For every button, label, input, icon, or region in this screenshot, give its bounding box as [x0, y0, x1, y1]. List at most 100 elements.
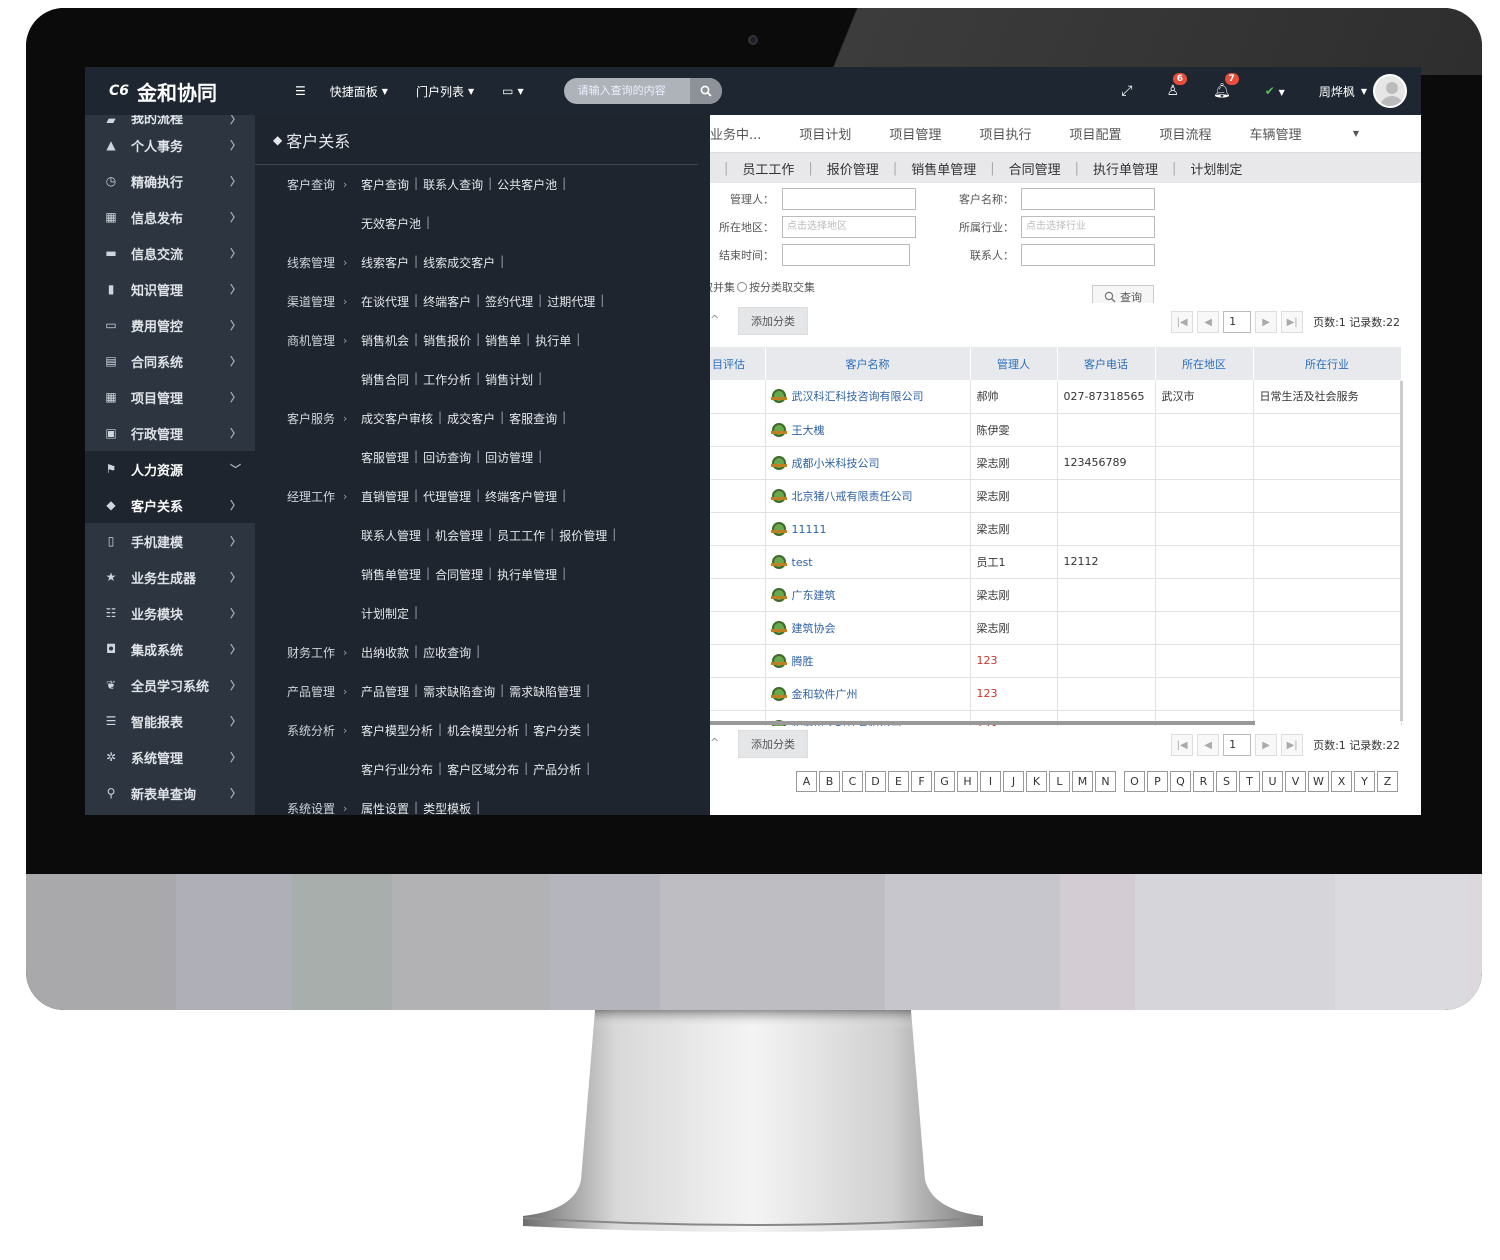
alphabet-letter-button[interactable]: F	[911, 771, 932, 792]
mega-menu-category[interactable]: 系统分析	[255, 722, 343, 739]
fullscreen-icon[interactable]: ⤢	[1121, 83, 1132, 99]
avatar[interactable]	[1373, 74, 1407, 108]
mega-menu-link[interactable]: 销售机会	[361, 332, 409, 349]
alphabet-letter-button[interactable]: S	[1216, 771, 1237, 792]
alphabet-letter-button[interactable]: D	[865, 771, 886, 792]
mega-menu-link[interactable]: 属性设置	[361, 800, 409, 815]
table-row[interactable]: 武汉科汇科技咨询有限公司 郝帅 027-87318565 武汉市 日常生活及社会服务	[710, 380, 1402, 414]
alphabet-letter-button[interactable]: L	[1049, 771, 1070, 792]
mega-menu-link[interactable]: 成交客户审核	[361, 410, 433, 427]
mega-menu-link[interactable]: 客户区域分布	[447, 761, 519, 778]
last-page-button[interactable]: ▶|	[1281, 311, 1304, 333]
mega-menu-link[interactable]: 联系人查询	[423, 176, 483, 193]
page-number-input[interactable]: 1	[1223, 734, 1252, 756]
cell-text[interactable]: 广东建筑	[792, 589, 836, 602]
tab-sales-order[interactable]: 销售单管理	[911, 159, 976, 178]
mega-menu-link[interactable]: 线索成交客户	[423, 254, 495, 271]
first-page-button[interactable]: |◀	[1171, 734, 1194, 756]
mega-menu-link[interactable]: 需求缺陷查询	[423, 683, 495, 700]
tab-project-config[interactable]: 项目配置	[1069, 124, 1121, 143]
table-cell[interactable]: 北京猪八戒有限责任公司	[765, 479, 971, 513]
cell-text[interactable]: 王大槐	[792, 424, 825, 437]
sidebar-item-expense[interactable]: ▭ 费用管控 〉	[85, 307, 255, 343]
alphabet-letter-button[interactable]: K	[1026, 771, 1047, 792]
cell-text[interactable]: 成都小米科技公司	[792, 457, 880, 470]
mega-menu-link[interactable]: 计划制定	[361, 605, 409, 622]
table-row[interactable]: 11111 梁志刚	[710, 512, 1402, 546]
industry-input[interactable]: 点击选择行业	[1021, 216, 1155, 238]
mega-menu-link[interactable]: 报价管理	[559, 527, 607, 544]
desktop-menu[interactable]: ▭ ▼	[502, 84, 524, 98]
table-cell[interactable]: 武汉科汇科技咨询有限公司	[765, 380, 971, 414]
sidebar-item-hr[interactable]: ⚑ 人力资源 ﹀	[85, 451, 255, 487]
prev-page-button[interactable]: ◀	[1197, 311, 1220, 333]
mega-menu-link[interactable]: 回访管理	[485, 449, 533, 466]
mega-menu-link[interactable]: 客户模型分析	[361, 722, 433, 739]
mega-menu-link[interactable]: 签约代理	[485, 293, 533, 310]
mega-menu-link[interactable]: 类型模板	[423, 800, 471, 815]
mega-menu-link[interactable]: 终端客户管理	[485, 488, 557, 505]
alphabet-letter-button[interactable]: Q	[1170, 771, 1191, 792]
column-header[interactable]: 目评估	[710, 347, 766, 380]
tab-project-management[interactable]: 项目管理	[889, 124, 941, 143]
table-row[interactable]: 王大槐 陈伊雯	[710, 413, 1402, 447]
alphabet-letter-button[interactable]: E	[888, 771, 909, 792]
sidebar-toggle-icon[interactable]: ☰	[295, 84, 306, 98]
tab-business-center[interactable]: 业务中...	[710, 124, 761, 143]
mega-menu-link[interactable]: 直销管理	[361, 488, 409, 505]
cell-text[interactable]: 建筑协会	[792, 622, 836, 635]
user-menu[interactable]: 周烨枫 ▼	[1319, 74, 1407, 108]
sidebar-item-crm[interactable]: ◆ 客户关系 〉	[85, 487, 255, 523]
partial-button[interactable]: ^	[710, 736, 719, 749]
alphabet-letter-button[interactable]: M	[1072, 771, 1093, 792]
manager-input[interactable]	[782, 188, 916, 210]
mega-menu-category[interactable]: 客户查询	[255, 176, 343, 193]
tab-execution-order[interactable]: 执行单管理	[1093, 159, 1158, 178]
sidebar-item-integration[interactable]: ◘ 集成系统 〉	[85, 631, 255, 667]
alphabet-letter-button[interactable]: Z	[1377, 771, 1398, 792]
sidebar-item-learning[interactable]: ❦ 全员学习系统 〉	[85, 667, 255, 703]
alphabet-letter-button[interactable]: G	[934, 771, 955, 792]
table-cell[interactable]: 广东建筑	[765, 578, 971, 612]
search-input[interactable]	[563, 85, 690, 97]
alphabet-letter-button[interactable]: W	[1308, 771, 1329, 792]
table-vertical-scrollbar[interactable]	[1400, 381, 1403, 721]
alphabet-letter-button[interactable]: X	[1331, 771, 1352, 792]
mega-menu-category[interactable]: 客户服务	[255, 410, 343, 427]
mega-menu-link[interactable]: 机会管理	[435, 527, 483, 544]
sidebar-item-publish[interactable]: ▦ 信息发布 〉	[85, 199, 255, 235]
alphabet-letter-button[interactable]: P	[1147, 771, 1168, 792]
mega-menu-link[interactable]: 客户分类	[533, 722, 581, 739]
next-page-button[interactable]: ▶	[1255, 734, 1278, 756]
cell-text[interactable]: 金和软件广州	[792, 688, 858, 701]
cell-text[interactable]: 北京猪八戒有限责任公司	[792, 490, 913, 503]
mega-menu-link[interactable]: 终端客户	[423, 293, 471, 310]
intersection-radio[interactable]	[737, 282, 747, 292]
mega-menu-link[interactable]: 销售单管理	[361, 566, 421, 583]
mega-menu-link[interactable]: 机会模型分析	[447, 722, 519, 739]
mega-menu-link[interactable]: 代理管理	[423, 488, 471, 505]
alphabet-letter-button[interactable]: J	[1003, 771, 1024, 792]
tab-project-flow[interactable]: 项目流程	[1159, 124, 1211, 143]
tab-quote-management[interactable]: 报价管理	[827, 159, 879, 178]
table-cell[interactable]: 11111	[765, 512, 971, 546]
mega-menu-link[interactable]: 执行单	[535, 332, 571, 349]
column-header[interactable]: 所在地区	[1155, 347, 1254, 380]
table-row[interactable]: 腾胜 123	[710, 644, 1402, 678]
mega-menu-link[interactable]: 无效客户池	[361, 215, 421, 232]
mega-menu-category[interactable]: 产品管理	[255, 683, 343, 700]
tab-vehicle-management[interactable]: 车辆管理	[1249, 124, 1301, 143]
sidebar-item-execution[interactable]: ◷ 精确执行 〉	[85, 163, 255, 199]
mega-menu-link[interactable]: 需求缺陷管理	[509, 683, 581, 700]
table-horizontal-scrollbar[interactable]	[710, 721, 1255, 725]
cell-text[interactable]: 11111	[792, 523, 827, 536]
table-row[interactable]: 建筑协会 梁志刚	[710, 611, 1402, 645]
tab-project-plan[interactable]: 项目计划	[799, 124, 851, 143]
contact-input[interactable]	[1021, 244, 1155, 266]
mega-menu-link[interactable]: 销售报价	[423, 332, 471, 349]
mega-menu-link[interactable]: 过期代理	[547, 293, 595, 310]
mega-menu-link[interactable]: 客服管理	[361, 449, 409, 466]
add-category-button[interactable]: 添加分类	[738, 730, 808, 758]
sidebar-item-form-query[interactable]: ⚲ 新表单查询 〉	[85, 775, 255, 811]
table-cell[interactable]: test	[765, 545, 971, 579]
